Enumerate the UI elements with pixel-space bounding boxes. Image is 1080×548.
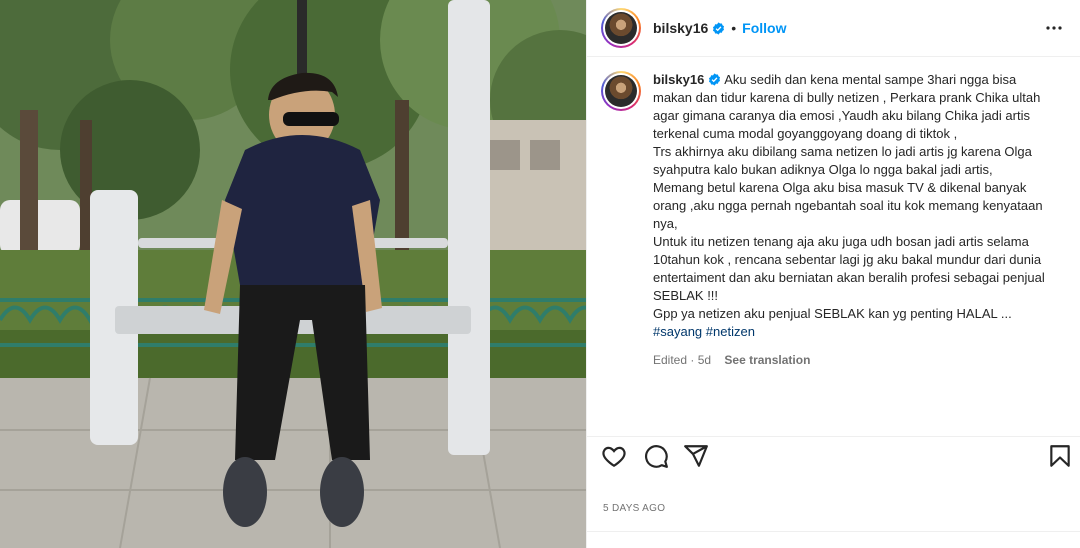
post-photo[interactable] (0, 0, 586, 548)
caption-text: Aku sedih dan kena mental sampe 3hari ng… (653, 72, 1045, 321)
hashtag-sayang[interactable]: #sayang (653, 324, 702, 339)
see-translation-link[interactable]: See translation (724, 353, 810, 367)
edited-label: Edited · 5d (653, 353, 712, 367)
caption-verified-badge-icon (709, 73, 721, 86)
more-options-icon[interactable] (1044, 18, 1064, 38)
instagram-post: bilsky16 • Follow bilsky16 Aku sedih dan… (0, 0, 1080, 548)
verified-badge-icon (713, 21, 725, 35)
caption-avatar-image (605, 75, 637, 107)
share-icon[interactable] (683, 443, 709, 469)
hashtag-netizen[interactable]: #netizen (706, 324, 755, 339)
author-username[interactable]: bilsky16 (653, 20, 708, 36)
follow-button[interactable]: Follow (742, 20, 786, 36)
author-avatar[interactable] (601, 8, 641, 48)
caption-section: bilsky16 Aku sedih dan kena mental sampe… (587, 57, 1080, 369)
header-separator: • (731, 20, 737, 36)
caption-username[interactable]: bilsky16 (653, 72, 704, 87)
post-header: bilsky16 • Follow (587, 0, 1080, 57)
action-bar (587, 436, 1080, 476)
avatar-image (605, 12, 637, 44)
caption-body: bilsky16 Aku sedih dan kena mental sampe… (653, 71, 1045, 369)
comment-icon[interactable] (643, 443, 669, 469)
caption-avatar[interactable] (601, 71, 641, 111)
bookmark-icon[interactable] (1047, 443, 1073, 469)
hashtag-list: #sayang #netizen (653, 323, 1045, 341)
post-timestamp: 5 DAYS AGO (603, 503, 666, 514)
post-photo-illustration (0, 0, 586, 548)
bottom-divider (587, 531, 1080, 532)
post-side-panel: bilsky16 • Follow bilsky16 Aku sedih dan… (586, 0, 1080, 548)
caption-meta: Edited · 5d See translation (653, 351, 1045, 369)
heart-icon[interactable] (601, 443, 627, 469)
